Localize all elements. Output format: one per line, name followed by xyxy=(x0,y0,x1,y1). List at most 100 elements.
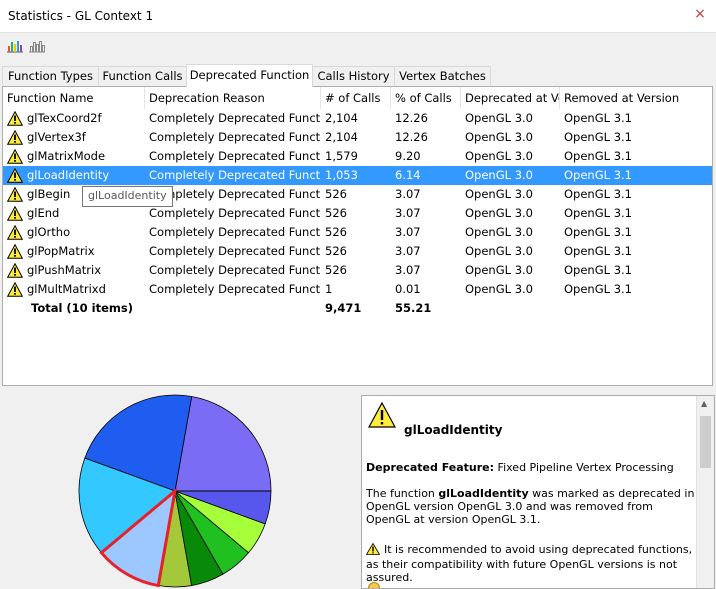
cell-name: glOrtho xyxy=(27,225,71,239)
cell-reason: Completely Deprecated Functi... xyxy=(149,263,321,277)
table-row[interactable]: glLoadIdentity Completely Deprecated Func… xyxy=(3,166,712,185)
window-title: Statistics - GL Context 1 xyxy=(8,9,154,23)
calls-pie-chart xyxy=(78,394,272,588)
cell-name: glPushMatrix xyxy=(27,263,102,277)
cell-pct: 3.07 xyxy=(395,263,421,277)
table-row[interactable]: glPopMatrix Completely Deprecated Functi.… xyxy=(3,242,712,261)
cell-removed: OpenGL 3.1 xyxy=(564,130,632,144)
info-title: glLoadIdentity xyxy=(404,423,503,437)
cell-calls: 526 xyxy=(325,263,347,277)
tab-vertex-batches[interactable]: Vertex Batches xyxy=(394,66,491,85)
column-header-percent[interactable]: % of Calls xyxy=(391,87,461,109)
cell-removed: OpenGL 3.1 xyxy=(564,244,632,258)
cell-removed: OpenGL 3.1 xyxy=(564,168,632,182)
cell-deprecated: OpenGL 3.0 xyxy=(465,206,533,220)
table-row[interactable]: glMultMatrixd Completely Deprecated Funct… xyxy=(3,280,712,299)
table-row[interactable]: glTexCoord2f Completely Deprecated Functi… xyxy=(3,109,712,128)
cell-pct: 6.14 xyxy=(395,168,421,182)
vertical-scrollbar[interactable]: ▲ xyxy=(696,396,714,588)
table-row[interactable]: glVertex3f Completely Deprecated Functi..… xyxy=(3,128,712,147)
cell-reason: Completely Deprecated Functi... xyxy=(149,130,321,144)
cell-name: glVertex3f xyxy=(27,130,86,144)
description-function: glLoadIdentity xyxy=(438,487,529,500)
bar-chart-outline-icon[interactable] xyxy=(28,38,46,54)
cell-removed: OpenGL 3.1 xyxy=(564,282,632,296)
cell-name: glMatrixMode xyxy=(27,149,106,163)
column-header-function-name[interactable]: Function Name xyxy=(3,87,145,109)
function-info-panel: glLoadIdentity Deprecated Feature: Fixed… xyxy=(361,395,715,589)
cell-calls: 526 xyxy=(325,244,347,258)
cell-calls: 1 xyxy=(325,282,333,296)
table-row[interactable]: glPushMatrix Completely Deprecated Functi… xyxy=(3,261,712,280)
deprecated-functions-table: Function Name Deprecation Reason # of Ca… xyxy=(2,86,713,386)
total-calls: 9,471 xyxy=(325,301,362,315)
cell-deprecated: OpenGL 3.0 xyxy=(465,244,533,258)
cell-pct: 12.26 xyxy=(395,130,428,144)
cell-pct: 3.07 xyxy=(395,187,421,201)
cell-name: glPopMatrix xyxy=(27,244,95,258)
cell-calls: 2,104 xyxy=(325,111,358,125)
scroll-up-icon[interactable]: ▲ xyxy=(701,399,707,408)
cell-pct: 3.07 xyxy=(395,206,421,220)
cell-removed: OpenGL 3.1 xyxy=(564,149,632,163)
cell-pct: 3.07 xyxy=(395,225,421,239)
cell-reason: Completely Deprecated Functi... xyxy=(149,244,321,258)
feature-label: Deprecated Feature: xyxy=(366,461,495,474)
cell-deprecated: OpenGL 3.0 xyxy=(465,263,533,277)
cell-reason: Completely Deprecated Functi... xyxy=(149,225,321,239)
cell-removed: OpenGL 3.1 xyxy=(564,111,632,125)
info-icon xyxy=(368,582,380,588)
cell-removed: OpenGL 3.1 xyxy=(564,263,632,277)
cell-name: glMultMatrixd xyxy=(27,282,106,296)
total-pct: 55.21 xyxy=(395,301,432,315)
toolbar xyxy=(0,32,716,60)
column-header-removed-at[interactable]: Removed at Version xyxy=(560,87,712,109)
close-icon[interactable]: × xyxy=(692,6,708,22)
cell-pct: 9.20 xyxy=(395,149,421,163)
scrollbar-thumb[interactable] xyxy=(700,416,711,468)
cell-reason: Completely Deprecated Functi... xyxy=(149,111,321,125)
total-label: Total (10 items) xyxy=(31,301,134,315)
bar-chart-icon[interactable] xyxy=(6,38,24,54)
column-header-deprecated-at[interactable]: Deprecated at Ver xyxy=(461,87,560,109)
cell-deprecated: OpenGL 3.0 xyxy=(465,187,533,201)
table-row[interactable]: glOrtho Completely Deprecated Functi... 52… xyxy=(3,223,712,242)
description-prefix: The function xyxy=(366,487,439,500)
recommendation-text: It is recommended to avoid using depreca… xyxy=(366,543,693,584)
table-header: Function Name Deprecation Reason # of Ca… xyxy=(3,87,712,109)
tab-deprecated-function[interactable]: Deprecated Function xyxy=(186,64,313,87)
cell-calls: 2,104 xyxy=(325,130,358,144)
tab-calls-history[interactable]: Calls History xyxy=(312,66,395,85)
cell-deprecated: OpenGL 3.0 xyxy=(465,282,533,296)
cell-calls: 526 xyxy=(325,206,347,220)
tab-function-types[interactable]: Function Types xyxy=(2,66,99,85)
cell-calls: 1,053 xyxy=(325,168,358,182)
cell-calls: 1,579 xyxy=(325,149,358,163)
cell-name: glLoadIdentity xyxy=(27,168,110,182)
column-header-deprecation-reason[interactable]: Deprecation Reason xyxy=(145,87,321,109)
cell-deprecated: OpenGL 3.0 xyxy=(465,225,533,239)
description: The function glLoadIdentity was marked a… xyxy=(366,487,696,526)
table-total-row: Total (10 items) 9,471 55.21 xyxy=(3,299,712,318)
recommendation: It is recommended to avoid using depreca… xyxy=(365,542,698,584)
warning-icon xyxy=(367,401,397,431)
table-row[interactable]: glMatrixMode Completely Deprecated Functi… xyxy=(3,147,712,166)
cell-reason: Completely Deprecated Functi... xyxy=(149,149,321,163)
cell-pct: 0.01 xyxy=(395,282,421,296)
feature-value: Fixed Pipeline Vertex Processing xyxy=(497,461,674,474)
cell-calls: 526 xyxy=(325,187,347,201)
cell-deprecated: OpenGL 3.0 xyxy=(465,111,533,125)
cell-name: glTexCoord2f xyxy=(27,111,102,125)
small-warning-icon xyxy=(365,542,381,558)
cell-deprecated: OpenGL 3.0 xyxy=(465,168,533,182)
tooltip: glLoadIdentity xyxy=(82,186,173,207)
tab-function-calls[interactable]: Function Calls xyxy=(98,66,187,85)
cell-pct: 3.07 xyxy=(395,244,421,258)
cell-pct: 12.26 xyxy=(395,111,428,125)
column-header-calls[interactable]: # of Calls xyxy=(321,87,391,109)
cell-removed: OpenGL 3.1 xyxy=(564,206,632,220)
cell-deprecated: OpenGL 3.0 xyxy=(465,130,533,144)
title-bar: Statistics - GL Context 1 × xyxy=(0,0,716,33)
cell-calls: 526 xyxy=(325,225,347,239)
deprecated-feature: Deprecated Feature: Fixed Pipeline Verte… xyxy=(366,461,696,474)
